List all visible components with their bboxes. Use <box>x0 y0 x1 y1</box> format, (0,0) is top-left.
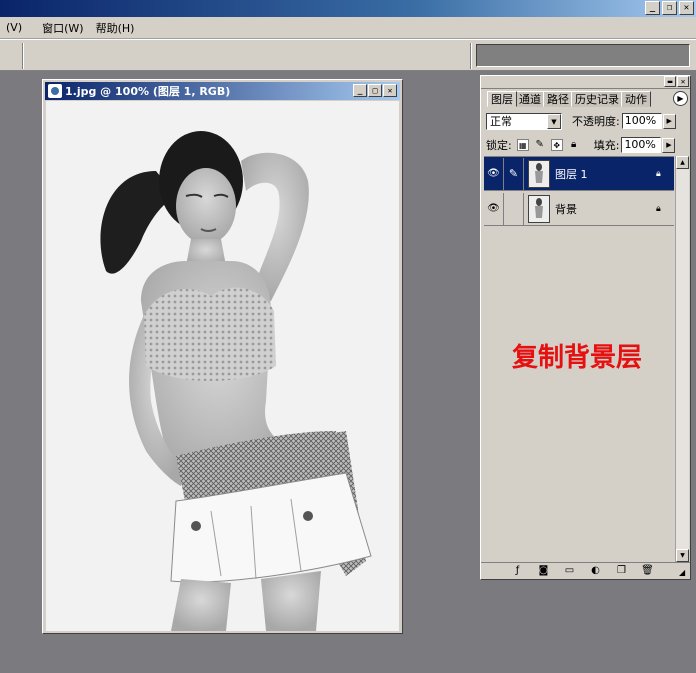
app-close-button[interactable]: ✕ <box>679 1 694 15</box>
opacity-label: 不透明度: <box>572 115 620 128</box>
palette-header[interactable]: ▬ ✕ <box>481 76 690 89</box>
document-canvas[interactable] <box>46 101 399 631</box>
document-close-button[interactable]: ✕ <box>383 84 397 97</box>
blend-mode-select[interactable]: 正常 ▼ <box>486 112 562 130</box>
document-title: 1.jpg @ 100% (图层 1, RGB) <box>65 85 231 98</box>
layer-thumbnail <box>528 159 550 188</box>
app-titlebar: _ ❐ ✕ <box>0 0 696 17</box>
tab-channels[interactable]: 通道 <box>515 91 545 107</box>
opacity-input[interactable]: 100% <box>621 113 662 129</box>
new-group-icon[interactable]: ▭ <box>563 565 576 577</box>
fill-input[interactable]: 100% <box>621 137 662 153</box>
menu-help[interactable]: 帮助(H) <box>90 20 141 36</box>
palette-tabs: 图层 通道 路径 历史记录 动作 <box>487 91 687 108</box>
app-minimize-button[interactable]: _ <box>645 1 660 15</box>
layer-name: 图层 1 <box>555 167 588 181</box>
layer-lock-icon: 🔒︎ <box>656 168 661 179</box>
document-titlebar[interactable]: 1.jpg @ 100% (图层 1, RGB) _ □ ✕ <box>45 82 400 100</box>
opacity-arrow-icon[interactable]: ▶ <box>662 113 676 129</box>
photo-woman-grayscale <box>46 101 399 631</box>
lock-row: 锁定: ▦ ✎ ✥ 🔒︎ 填充: 100% ▶ <box>486 136 686 154</box>
lock-all-icon[interactable]: 🔒︎ <box>568 139 580 151</box>
eye-icon[interactable]: 👁︎ <box>484 192 504 225</box>
layer-style-icon[interactable]: ƒ <box>511 565 524 577</box>
layer-name: 背景 <box>555 202 577 216</box>
brush-icon[interactable]: ✎ <box>504 157 524 190</box>
tab-history[interactable]: 历史记录 <box>571 91 623 107</box>
lock-paint-brush-icon[interactable]: ✎ <box>534 139 546 151</box>
scroll-down-icon[interactable]: ▼ <box>676 549 689 562</box>
options-separator <box>470 43 472 69</box>
palette-menu-arrow-icon[interactable]: ▶ <box>673 91 688 106</box>
document-minimize-button[interactable]: _ <box>353 84 367 97</box>
app-restore-button[interactable]: ❐ <box>662 1 677 15</box>
palette-close-button[interactable]: ✕ <box>677 76 689 87</box>
layer-list-scrollbar[interactable]: ▲ ▼ <box>675 156 689 562</box>
add-mask-icon[interactable]: ◙ <box>537 565 550 577</box>
options-bar <box>0 39 696 71</box>
options-separator <box>22 43 24 69</box>
blend-row: 正常 ▼ 不透明度: 100% ▶ <box>486 112 686 130</box>
photoshop-document-icon <box>48 84 62 98</box>
lock-transparency-icon[interactable]: ▦ <box>516 139 529 151</box>
menu-window[interactable]: 窗口(W) <box>36 20 89 36</box>
fill-label: 填充: <box>593 139 620 152</box>
layer-list: 👁︎ ✎ 图层 1 🔒︎ 👁︎ 背景 🔒︎ 复制背景层 <box>484 156 674 556</box>
new-layer-icon[interactable]: ❐ <box>615 565 628 577</box>
layer-thumbnail <box>528 194 550 223</box>
resize-grip-icon[interactable]: ◢ <box>679 568 690 579</box>
menu-bar: (V) 窗口(W) 帮助(H) <box>0 17 696 39</box>
annotation-text: 复制背景层 <box>512 343 643 373</box>
palette-minimize-button[interactable]: ▬ <box>664 76 676 87</box>
lock-label: 锁定: <box>486 139 512 152</box>
layer-lock-icon: 🔒︎ <box>656 203 661 214</box>
palette-footer: ƒ ◙ ▭ ◐ ❐ 🗑︎ ◢ <box>481 562 690 579</box>
layer-row[interactable]: 👁︎ 背景 🔒︎ <box>484 192 674 226</box>
document-window: 1.jpg @ 100% (图层 1, RGB) _ □ ✕ <box>42 79 403 634</box>
chevron-down-icon[interactable]: ▼ <box>547 113 561 129</box>
layer-row[interactable]: 👁︎ ✎ 图层 1 🔒︎ <box>484 157 674 191</box>
trash-icon[interactable]: 🗑︎ <box>641 565 654 577</box>
link-slot[interactable] <box>504 192 524 225</box>
palette-well[interactable] <box>476 44 690 67</box>
lock-move-icon[interactable]: ✥ <box>550 139 563 151</box>
app-window-controls: _ ❐ ✕ <box>645 1 694 15</box>
tab-paths[interactable]: 路径 <box>543 91 573 107</box>
document-maximize-button[interactable]: □ <box>368 84 382 97</box>
eye-icon[interactable]: 👁︎ <box>484 157 504 190</box>
menu-view[interactable]: (V) <box>0 21 28 34</box>
document-window-controls: _ □ ✕ <box>353 84 397 97</box>
scroll-up-icon[interactable]: ▲ <box>676 156 689 169</box>
layers-palette: ▬ ✕ 图层 通道 路径 历史记录 动作 ▶ 正常 ▼ 不透明度: 100% ▶… <box>480 75 691 580</box>
fill-arrow-icon[interactable]: ▶ <box>662 137 676 153</box>
adjustment-layer-icon[interactable]: ◐ <box>589 565 602 577</box>
tab-actions[interactable]: 动作 <box>621 91 651 107</box>
blend-mode-value: 正常 <box>490 114 512 128</box>
tab-layers[interactable]: 图层 <box>487 91 517 107</box>
